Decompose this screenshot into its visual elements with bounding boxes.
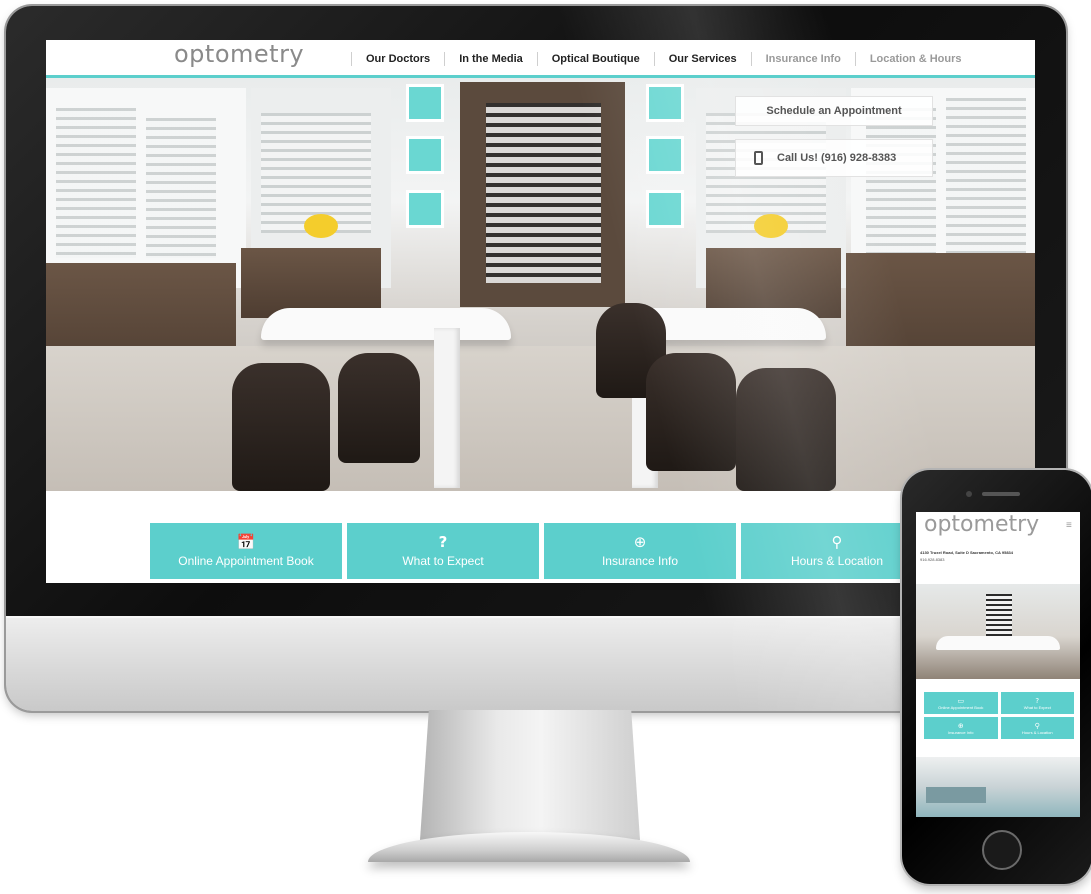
display-niche — [646, 190, 684, 228]
desktop-screen: optometry Our Doctors In the Media Optic… — [46, 40, 1035, 583]
calendar-icon: 📅 — [236, 533, 256, 551]
phone-home-button[interactable] — [982, 830, 1022, 870]
flower-vase — [754, 214, 788, 238]
mobile-quick-links: ▭ Online Appointment Book ? What to Expe… — [924, 692, 1074, 739]
sunglasses-rack — [486, 103, 601, 283]
lifebuoy-icon: ⊕ — [957, 721, 964, 730]
flower-vase — [304, 214, 338, 238]
site-header: optometry Our Doctors In the Media Optic… — [46, 40, 1035, 78]
tile-label: Online Appointment Book — [178, 554, 314, 568]
chair — [232, 363, 330, 491]
nav-our-services[interactable]: Our Services — [653, 52, 751, 66]
phone-camera — [966, 491, 972, 497]
mobile-tile-label: Online Appointment Book — [938, 704, 984, 710]
display-niche — [406, 190, 444, 228]
site-logo[interactable]: optometry — [174, 40, 304, 68]
glasses-rack — [56, 108, 136, 258]
map-pin-icon: ⚲ — [1034, 721, 1040, 730]
phone-icon — [754, 151, 763, 165]
map-pin-icon: ⚲ — [831, 533, 843, 551]
mobile-logo[interactable]: optometry — [924, 512, 1039, 537]
nav-location-hours[interactable]: Location & Hours — [854, 52, 976, 66]
hamburger-menu-icon[interactable]: ≡ — [1066, 520, 1072, 531]
nav-in-the-media[interactable]: In the Media — [444, 52, 537, 66]
monitor-stand-neck — [420, 710, 640, 840]
call-us-label: Call Us! (916) 928-8383 — [777, 152, 897, 164]
tile-insurance-info[interactable]: ⊕ Insurance Info — [544, 523, 736, 579]
mobile-tile-label: What to Expect — [1023, 704, 1051, 710]
tile-online-appointment-book[interactable]: 📅 Online Appointment Book — [150, 523, 342, 579]
mobile-phone: optometry ≡ 4130 Truxel Road, Suite D Sa… — [902, 470, 1091, 884]
chair — [736, 368, 836, 491]
mobile-tile-what-to-expect[interactable]: ? What to Expect — [1000, 692, 1074, 714]
calendar-icon: ▭ — [957, 696, 965, 705]
mobile-tile-label: Insurance Info — [948, 729, 974, 735]
nav-optical-boutique[interactable]: Optical Boutique — [536, 52, 654, 66]
tile-label: What to Expect — [402, 554, 484, 568]
glasses-rack — [146, 118, 216, 258]
schedule-appointment-button[interactable]: Schedule an Appointment — [735, 96, 933, 126]
nav-insurance-info[interactable]: Insurance Info — [750, 52, 855, 66]
quick-links: 📅 Online Appointment Book ? What to Expe… — [150, 523, 933, 579]
glasses-rack — [946, 98, 1026, 268]
display-niche — [406, 84, 444, 122]
schedule-appointment-label: Schedule an Appointment — [766, 105, 902, 117]
consult-desk — [261, 308, 511, 340]
call-us-button[interactable]: Call Us! (916) 928-8383 — [735, 139, 933, 177]
mobile-office-photo — [916, 757, 1080, 817]
lifebuoy-icon: ⊕ — [633, 533, 647, 551]
mobile-phone-number[interactable]: 916.928.8383 — [920, 557, 944, 562]
chair — [338, 353, 420, 463]
mobile-tile-online-appointment-book[interactable]: ▭ Online Appointment Book — [924, 692, 998, 714]
mobile-address: 4130 Truxel Road, Suite D Sacramento, CA… — [920, 550, 1014, 555]
display-niche — [406, 136, 444, 174]
question-icon: ? — [438, 533, 448, 551]
mobile-hero-photo — [916, 584, 1080, 679]
display-niche — [646, 84, 684, 122]
mobile-tile-label: Hours & Location — [1021, 729, 1053, 735]
desk-leg — [434, 328, 460, 488]
mobile-tile-hours-location[interactable]: ⚲ Hours & Location — [1000, 717, 1074, 739]
main-nav: Our Doctors In the Media Optical Boutiqu… — [351, 52, 975, 66]
mobile-tile-insurance-info[interactable]: ⊕ Insurance Info — [924, 717, 998, 739]
nav-our-doctors[interactable]: Our Doctors — [351, 52, 444, 66]
tile-what-to-expect[interactable]: ? What to Expect — [347, 523, 539, 579]
monitor-stand-base — [368, 832, 690, 862]
tile-label: Hours & Location — [790, 554, 884, 568]
glasses-rack — [866, 108, 936, 258]
floor — [46, 346, 1035, 491]
chair — [646, 353, 736, 471]
question-icon: ? — [1035, 696, 1040, 705]
tile-label: Insurance Info — [601, 554, 679, 568]
phone-speaker — [982, 492, 1020, 496]
display-niche — [646, 136, 684, 174]
mobile-screen: optometry ≡ 4130 Truxel Road, Suite D Sa… — [916, 512, 1080, 817]
